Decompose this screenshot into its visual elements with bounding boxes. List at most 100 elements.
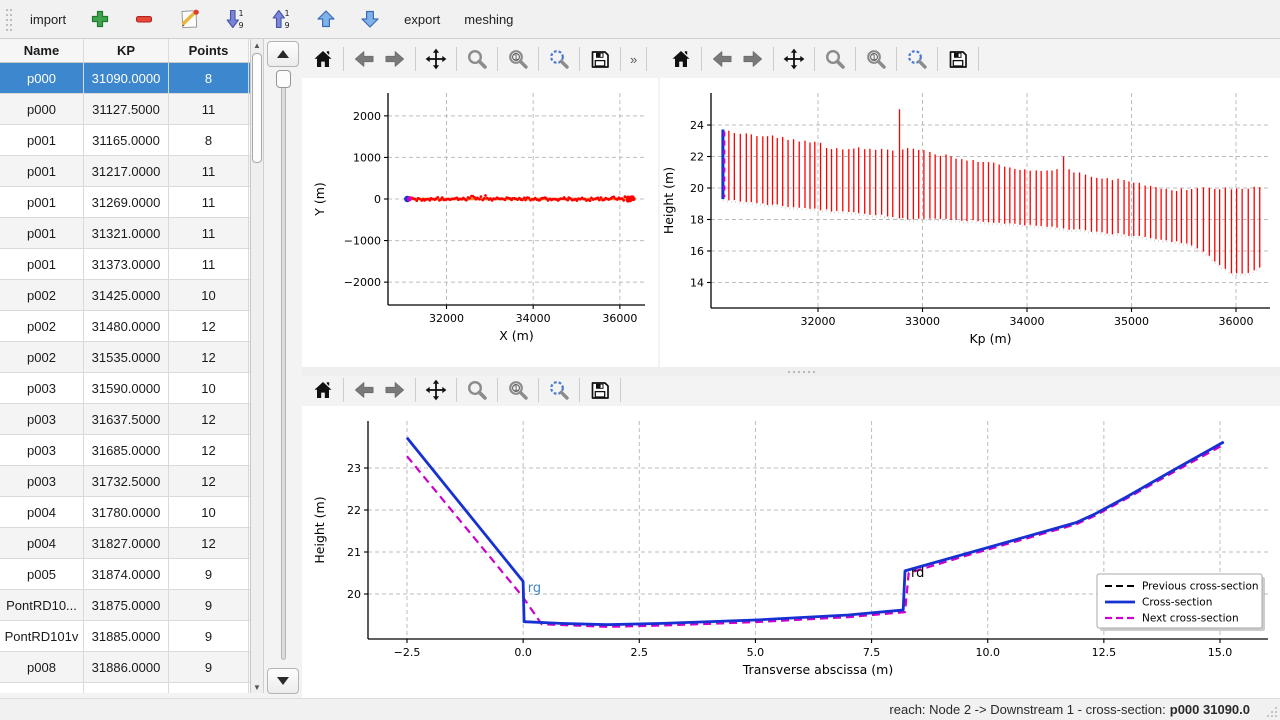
column-header-kp[interactable]: KP	[84, 39, 169, 62]
mpl-home-button[interactable]	[308, 375, 338, 405]
section-slider-track[interactable]	[281, 72, 286, 660]
table-row[interactable]: p00531874.00009	[0, 559, 250, 590]
remove-button[interactable]	[125, 4, 163, 34]
svg-text:20: 20	[690, 182, 704, 195]
mpl-back-button[interactable]	[349, 44, 379, 74]
table-row[interactable]: p00331590.000010	[0, 373, 250, 404]
move-up-icon	[316, 9, 336, 29]
splitter-handle[interactable]	[787, 370, 815, 374]
cell-points: 10	[169, 280, 249, 310]
mpl-zoom-region-button[interactable]: 1	[861, 44, 891, 74]
svg-text:7.5: 7.5	[863, 646, 881, 659]
toolbar-separator	[855, 47, 856, 71]
table-row[interactable]: p00231480.000012	[0, 311, 250, 342]
horizontal-splitter[interactable]	[302, 367, 1280, 376]
zoom-region-icon: 1	[865, 48, 887, 70]
back-icon	[711, 48, 733, 70]
add-button[interactable]	[81, 4, 119, 34]
mpl-pan-button[interactable]	[421, 44, 451, 74]
table-row[interactable]: p00331637.500012	[0, 404, 250, 435]
move-down-button[interactable]	[351, 4, 389, 34]
svg-text:36000: 36000	[1219, 315, 1254, 328]
move-up-button[interactable]	[307, 4, 345, 34]
table-row[interactable]: p00131217.000011	[0, 156, 250, 187]
toolbar-overflow-button[interactable]: »	[626, 52, 641, 67]
cell-kp: 31480.0000	[84, 311, 169, 341]
cell-name: p001	[0, 249, 84, 279]
export-button[interactable]: export	[395, 4, 449, 34]
sort-descending-button[interactable]: 1 9	[215, 4, 255, 34]
cell-points: 9	[169, 621, 249, 651]
table-row[interactable]: p00231425.000010	[0, 280, 250, 311]
sort-ascending-button[interactable]: 1 9	[261, 4, 301, 34]
next-section-button[interactable]	[267, 668, 299, 694]
column-header-name[interactable]: Name	[0, 39, 84, 62]
table-row[interactable]: p00031127.500011	[0, 94, 250, 125]
home-icon	[670, 48, 692, 70]
zoom-region-icon: 1	[507, 379, 529, 401]
home-icon	[312, 48, 334, 70]
table-row[interactable]: PontRD10...31875.00009	[0, 590, 250, 621]
resize-grip[interactable]	[1264, 704, 1278, 718]
mpl-zoom-region-button[interactable]: 1	[503, 44, 533, 74]
mpl-zoom-region-button[interactable]: 1	[503, 375, 533, 405]
plan-view-plot[interactable]: 320003400036000200010000−1000−2000X (m)Y…	[302, 78, 658, 367]
toolbar-separator	[646, 47, 647, 71]
mpl-zoom-fit-button[interactable]	[902, 44, 932, 74]
table-row[interactable]: p00131269.000011	[0, 187, 250, 218]
table-row[interactable]: p00031090.00008	[0, 63, 250, 94]
mpl-save-button[interactable]	[943, 44, 973, 74]
mpl-save-button[interactable]	[585, 375, 615, 405]
plan-plot-toolbar: 1»	[308, 41, 651, 77]
cell-points: 11	[169, 156, 249, 186]
mpl-home-button[interactable]	[308, 44, 338, 74]
cross-section-table: Name KP Points p00031090.00008p00031127.…	[0, 39, 251, 693]
scroll-up-icon[interactable]: ▲	[251, 39, 263, 51]
mpl-zoom-fit-button[interactable]	[544, 375, 574, 405]
mpl-pan-button[interactable]	[779, 44, 809, 74]
sort-descending-icon: 1 9	[224, 8, 246, 30]
longitudinal-profile-plot[interactable]: 3200033000340003500036000141618202224Kp …	[660, 78, 1280, 367]
mpl-pan-button[interactable]	[421, 375, 451, 405]
mpl-zoom-button[interactable]	[820, 44, 850, 74]
table-row[interactable]: p00131321.000011	[0, 218, 250, 249]
toolbar-drag-handle[interactable]	[4, 6, 13, 32]
mpl-back-button[interactable]	[707, 44, 737, 74]
mpl-forward-button[interactable]	[380, 44, 410, 74]
mpl-home-button[interactable]	[666, 44, 696, 74]
table-row[interactable]: p00331685.000012	[0, 435, 250, 466]
mpl-back-button[interactable]	[349, 375, 379, 405]
meshing-button[interactable]: meshing	[455, 4, 522, 34]
table-row[interactable]: p00131165.00008	[0, 125, 250, 156]
column-header-points[interactable]: Points	[169, 39, 249, 62]
mpl-forward-button[interactable]	[380, 375, 410, 405]
section-slider-handle[interactable]	[276, 70, 291, 88]
table-row[interactable]: p00231535.000012	[0, 342, 250, 373]
table-row[interactable]: p00831886.00009	[0, 652, 250, 683]
table-row[interactable]: p00831929.000013	[0, 683, 250, 693]
cell-points: 8	[169, 63, 249, 93]
table-scrollbar[interactable]: ▲ ▼	[251, 39, 264, 693]
mpl-zoom-button[interactable]	[462, 375, 492, 405]
toolbar-separator	[978, 47, 979, 71]
cross-section-plot[interactable]: −2.50.02.55.07.510.012.515.020212223Tran…	[302, 406, 1280, 698]
scroll-down-icon[interactable]: ▼	[251, 681, 263, 693]
mpl-save-button[interactable]	[585, 44, 615, 74]
table-row[interactable]: p00431780.000010	[0, 497, 250, 528]
table-row[interactable]: p00131373.000011	[0, 249, 250, 280]
table-row[interactable]: p00431827.000012	[0, 528, 250, 559]
edit-button[interactable]	[169, 4, 209, 34]
table-scrollbar-thumb[interactable]	[252, 53, 262, 163]
svg-text:15.0: 15.0	[1208, 646, 1233, 659]
import-button[interactable]: import	[21, 4, 75, 34]
svg-text:10.0: 10.0	[975, 646, 1000, 659]
mpl-zoom-fit-button[interactable]	[544, 44, 574, 74]
previous-section-button[interactable]	[267, 41, 299, 67]
mpl-forward-button[interactable]	[738, 44, 768, 74]
cell-kp: 31780.0000	[84, 497, 169, 527]
mpl-zoom-button[interactable]	[462, 44, 492, 74]
table-row[interactable]: PontRD101v31885.00009	[0, 621, 250, 652]
table-row[interactable]: p00331732.500012	[0, 466, 250, 497]
cell-name: p004	[0, 528, 84, 558]
svg-text:9: 9	[239, 21, 244, 30]
